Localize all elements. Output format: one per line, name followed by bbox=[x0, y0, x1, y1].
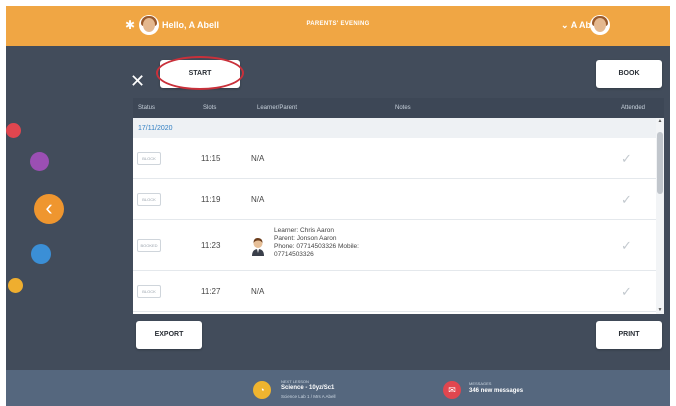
table-scrollbar[interactable]: ▲ ▼ bbox=[656, 118, 664, 314]
learner-name: Learner: Chris Aaron bbox=[274, 227, 334, 234]
scroll-up-arrow-icon[interactable]: ▲ bbox=[657, 119, 663, 124]
messages-label: MESSAGES bbox=[469, 381, 492, 386]
attended-check-icon[interactable]: ✓ bbox=[621, 151, 632, 167]
attended-check-icon[interactable]: ✓ bbox=[621, 284, 632, 300]
book-button[interactable]: BOOK bbox=[596, 60, 662, 88]
status-badge[interactable]: BLOCK bbox=[137, 152, 161, 165]
table-header: Status Slots Learner/Parent Notes Attend… bbox=[133, 98, 664, 118]
close-icon[interactable]: ✕ bbox=[130, 72, 145, 90]
learner-parent: N/A bbox=[251, 287, 265, 296]
table-row[interactable]: BLOCK 11:15 N/A ✓ bbox=[133, 138, 656, 179]
learner-parent: N/A bbox=[251, 154, 265, 163]
phone-number: Phone: 07714503326 Mobile: bbox=[274, 243, 359, 250]
scroll-down-arrow-icon[interactable]: ▼ bbox=[657, 308, 663, 313]
user-avatar[interactable] bbox=[590, 15, 610, 35]
slot-time: 11:27 bbox=[201, 287, 221, 296]
attended-check-icon[interactable]: ✓ bbox=[621, 238, 632, 254]
mobile-number: 07714503326 bbox=[274, 251, 314, 258]
table-row[interactable]: BOOKED 11:23 Learner: Chris Aaron Parent… bbox=[133, 220, 656, 271]
column-header: Slots bbox=[203, 105, 217, 111]
table-row[interactable]: BLOCK 11:27 N/A ✓ bbox=[133, 271, 656, 312]
nav-dot-purple[interactable] bbox=[30, 152, 49, 171]
top-bar: ✱ Hello, A Abell PARENTS' EVENING ⌄ A Ab… bbox=[6, 6, 670, 46]
slot-time: 11:15 bbox=[201, 154, 221, 163]
next-lesson-room: Science Lab 1 / Mrs A Abell bbox=[281, 394, 336, 399]
nav-dot-yellow[interactable] bbox=[8, 278, 23, 293]
column-header: Learner/Parent bbox=[257, 105, 298, 111]
column-header: Notes bbox=[395, 105, 411, 111]
slot-time: 11:23 bbox=[201, 241, 221, 250]
footer-bar: ◔ NEXT LESSON Science - 10yz/Sc1 Science… bbox=[6, 370, 670, 406]
back-button[interactable]: ‹ bbox=[34, 194, 64, 224]
nav-dot-blue[interactable] bbox=[31, 244, 51, 264]
learner-parent: N/A bbox=[251, 195, 265, 204]
table-row[interactable]: BLOCK 11:19 N/A ✓ bbox=[133, 179, 656, 220]
status-badge[interactable]: BLOCK bbox=[137, 193, 161, 206]
envelope-icon[interactable]: ✉ bbox=[443, 381, 461, 399]
print-button[interactable]: PRINT bbox=[596, 321, 662, 349]
next-lesson-label: NEXT LESSON bbox=[281, 379, 309, 384]
app-window: ✱ Hello, A Abell PARENTS' EVENING ⌄ A Ab… bbox=[6, 6, 670, 406]
messages-count[interactable]: 346 new messages bbox=[469, 388, 523, 394]
column-header: Attended bbox=[621, 105, 646, 111]
nav-dot-red[interactable] bbox=[6, 123, 21, 138]
chevron-down-icon: ⌄ bbox=[561, 20, 569, 30]
parent-name: Parent: Jonson Aaron bbox=[274, 235, 337, 242]
status-badge[interactable]: BOOKED bbox=[137, 239, 161, 252]
date-label: 17/11/2020 bbox=[138, 125, 173, 132]
highlight-circle bbox=[156, 56, 244, 90]
next-lesson-title[interactable]: Science - 10yz/Sc1 bbox=[281, 385, 334, 391]
export-button[interactable]: EXPORT bbox=[136, 321, 202, 349]
chevron-left-icon: ‹ bbox=[45, 195, 53, 220]
slot-time: 11:19 bbox=[201, 195, 221, 204]
attended-check-icon[interactable]: ✓ bbox=[621, 192, 632, 208]
appointments-table: Status Slots Learner/Parent Notes Attend… bbox=[133, 98, 664, 314]
learner-details: Learner: Chris Aaron Parent: Jonson Aaro… bbox=[274, 227, 359, 259]
scroll-thumb[interactable] bbox=[657, 132, 663, 194]
clock-icon[interactable]: ◔ bbox=[253, 381, 271, 399]
date-group-row: 17/11/2020 bbox=[133, 118, 656, 138]
column-header: Status bbox=[138, 105, 156, 111]
learner-avatar bbox=[252, 238, 264, 256]
status-badge[interactable]: BLOCK bbox=[137, 285, 161, 298]
